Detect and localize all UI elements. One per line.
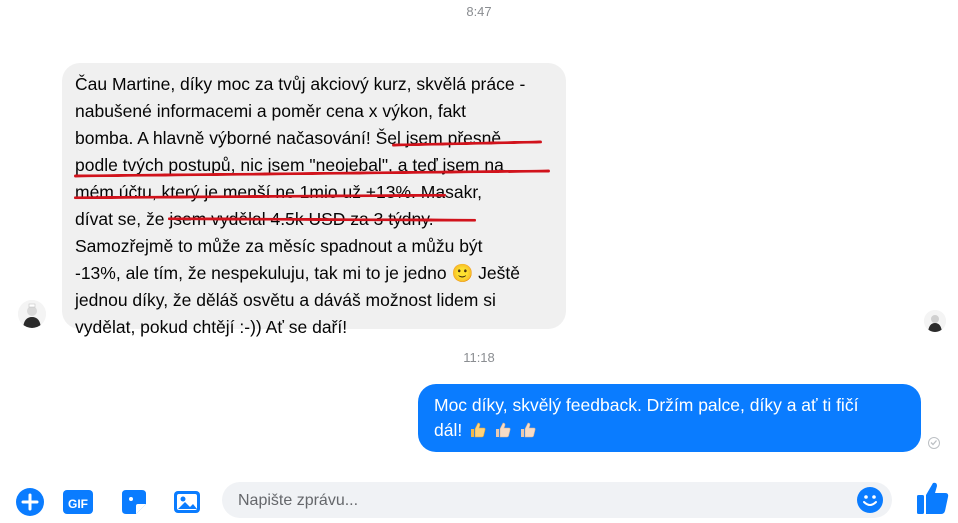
thumbs-up-icon (520, 422, 536, 438)
image-icon[interactable] (172, 487, 202, 517)
like-icon[interactable] (912, 478, 952, 518)
sticker-icon[interactable] (119, 487, 149, 517)
message-composer: GIF (0, 476, 958, 518)
thumbs-up-icon (471, 422, 486, 438)
contact-avatar[interactable] (18, 300, 46, 328)
incoming-message-text: Čau Martine, díky moc za tvůj akciový ku… (75, 74, 526, 337)
plus-icon[interactable] (15, 487, 45, 517)
outgoing-message-bubble[interactable]: Moc díky, skvělý feedback. Držím palce, … (418, 384, 921, 452)
delivered-check-icon (928, 437, 940, 449)
seen-avatar (924, 310, 946, 332)
gif-icon[interactable]: GIF (62, 487, 93, 517)
svg-text:GIF: GIF (68, 497, 88, 511)
message-input-wrapper (222, 482, 892, 518)
emoji-icon[interactable] (856, 486, 884, 514)
emoji-group (467, 421, 537, 446)
timestamp: 11:18 (463, 350, 495, 365)
message-input[interactable] (236, 488, 840, 514)
timestamp: 8:47 (466, 4, 492, 19)
thumbs-up-icon (495, 422, 511, 438)
